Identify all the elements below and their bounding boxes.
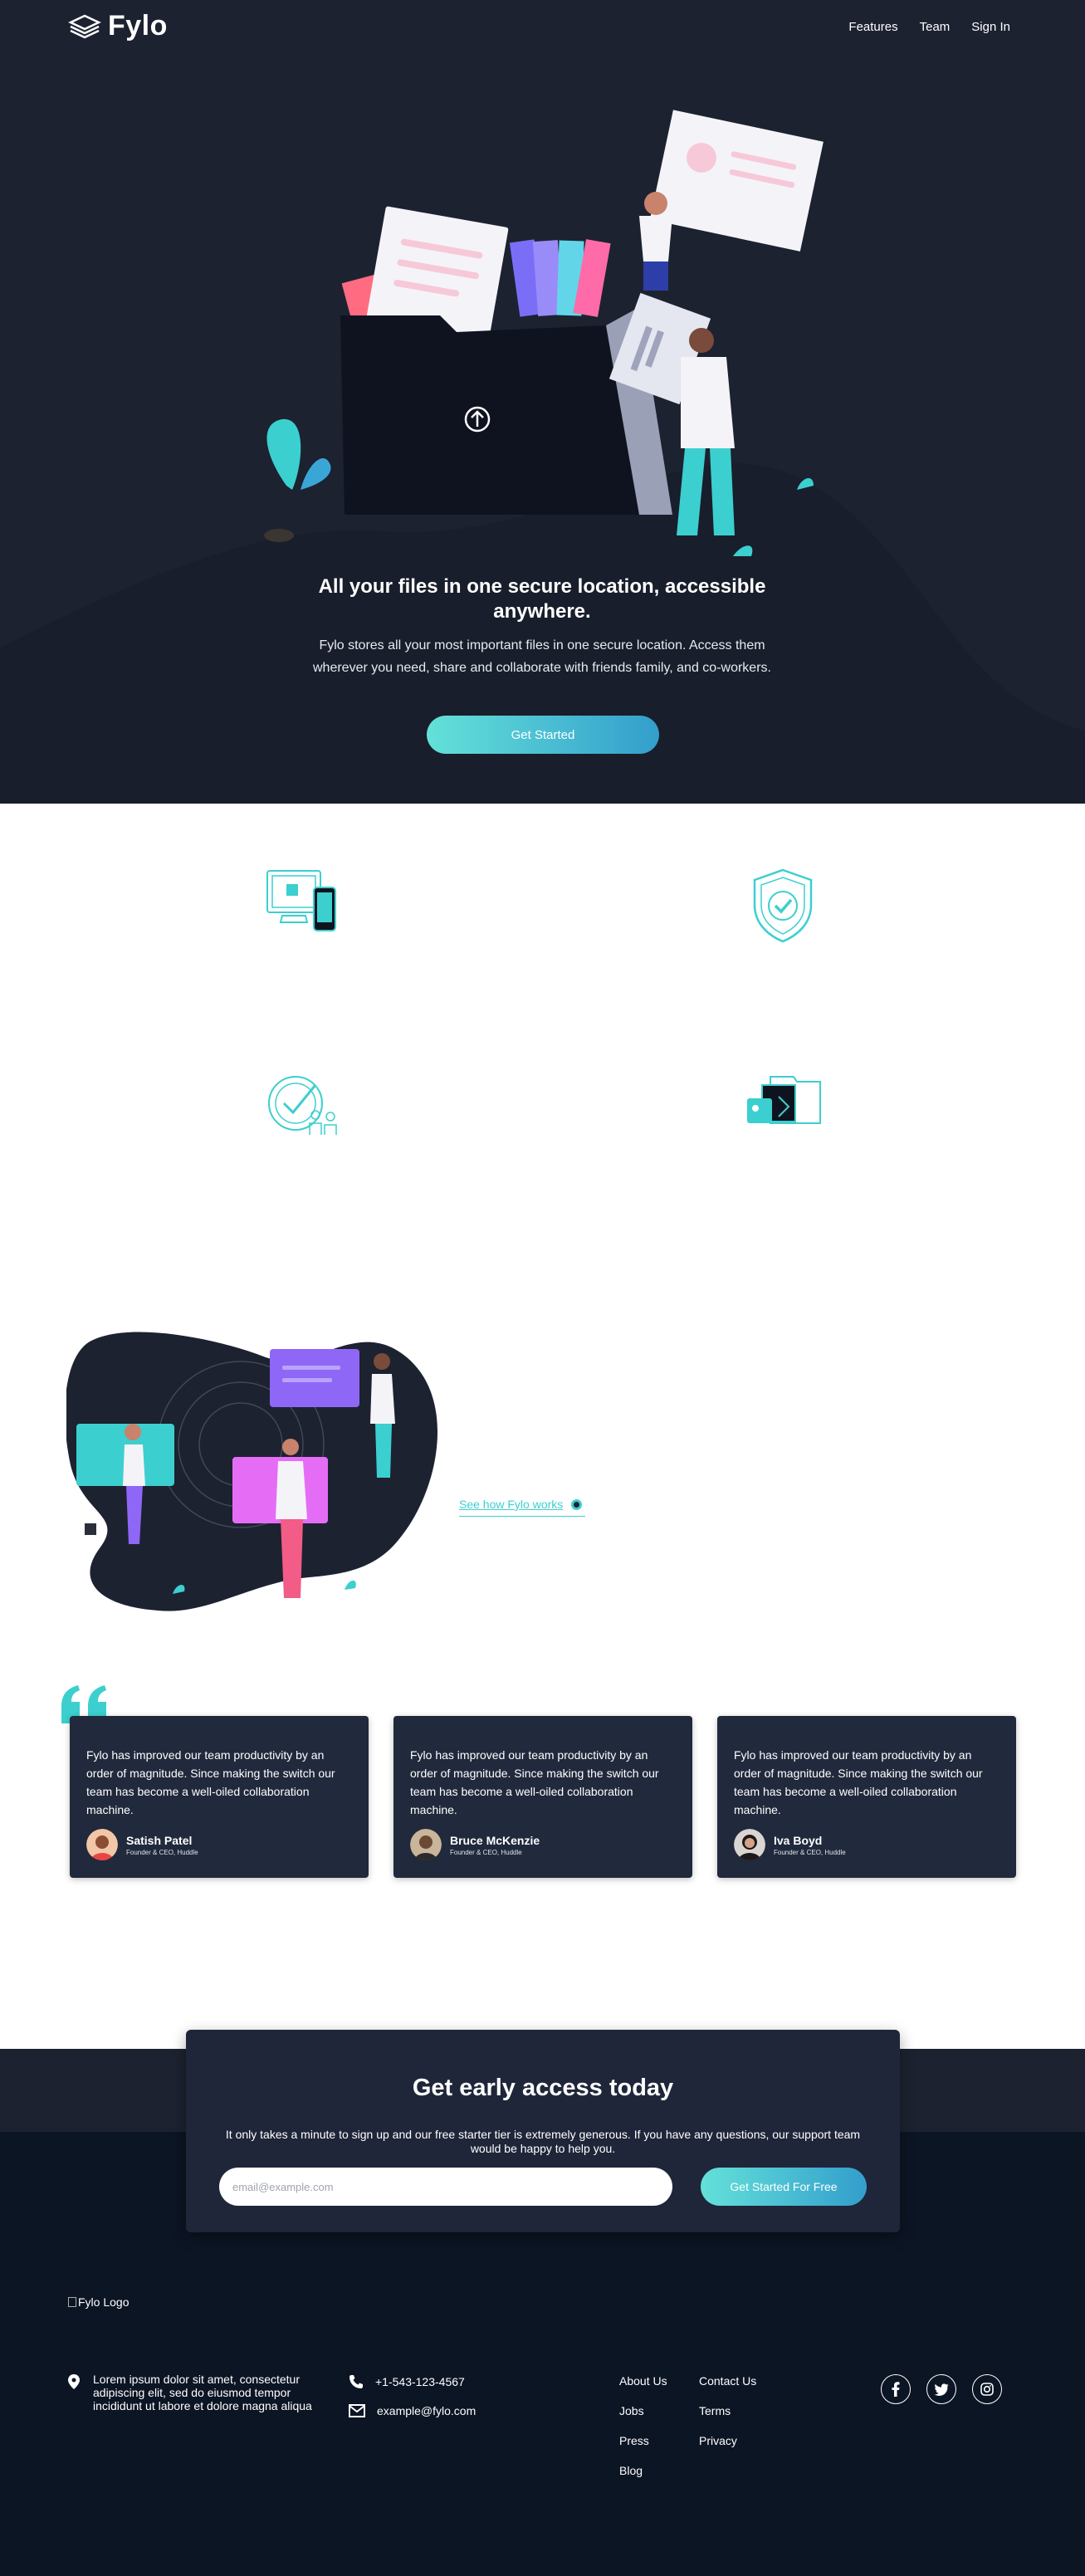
- email-address[interactable]: example@fylo.com: [377, 2404, 476, 2417]
- broken-image-icon: [68, 2297, 76, 2307]
- hero-illustration: [264, 110, 824, 556]
- testimonial-role: Founder & CEO, Huddle: [450, 1848, 522, 1856]
- productive-illustration: [66, 1332, 437, 1611]
- facebook-button[interactable]: [881, 2374, 911, 2404]
- arrow-circle-icon: [571, 1498, 583, 1510]
- get-started-button[interactable]: Get Started: [427, 716, 659, 754]
- testimonial-role: Founder & CEO, Huddle: [126, 1848, 198, 1856]
- get-started-for-free-button[interactable]: Get Started For Free: [701, 2168, 867, 2206]
- cta-description: It only takes a minute to sign up and ou…: [225, 2128, 861, 2155]
- avatar: [410, 1829, 442, 1860]
- nav-features[interactable]: Features: [848, 20, 897, 34]
- facebook-icon: [892, 2382, 900, 2397]
- see-how-fylo-works-link[interactable]: See how Fylo works: [459, 1498, 585, 1517]
- footer-link-blog[interactable]: Blog: [619, 2464, 643, 2477]
- email-input[interactable]: [219, 2168, 672, 2206]
- footer-phone: +1-543-123-4567: [349, 2374, 465, 2389]
- cta-title: Get early access today: [412, 2075, 674, 2101]
- twitter-button[interactable]: [926, 2374, 956, 2404]
- testimonial-text: Fylo has improved our team productivity …: [410, 1748, 659, 1816]
- testimonial-card: Fylo has improved our team productivity …: [393, 1716, 692, 1878]
- logo-text: Fylo: [108, 10, 168, 42]
- avatar: [86, 1829, 118, 1860]
- nav-sign-in[interactable]: Sign In: [971, 20, 1010, 34]
- main-nav: Features Team Sign In: [848, 20, 1010, 34]
- hero-section: Fylo Features Team Sign In All your file…: [0, 0, 1085, 804]
- footer-link-privacy[interactable]: Privacy: [699, 2434, 737, 2447]
- feature-security: [751, 868, 814, 948]
- hero-title: All your files in one secure location, a…: [318, 575, 766, 623]
- testimonial-name: Satish Patel: [126, 1833, 193, 1847]
- footer-email: example@fylo.com: [349, 2404, 476, 2417]
- footer-logo[interactable]: Fylo Logo: [68, 2295, 129, 2309]
- footer-link-about-us[interactable]: About Us: [619, 2374, 667, 2388]
- collaboration-icon: [268, 1076, 337, 1135]
- testimonial-author: Satish Patel Founder & CEO, Huddle: [86, 1829, 352, 1860]
- instagram-button[interactable]: [972, 2374, 1002, 2404]
- address-text: Lorem ipsum dolor sit amet, consectetur …: [93, 2373, 312, 2412]
- any-file-icon: [747, 1076, 821, 1124]
- see-how-fylo-works-label: See how Fylo works: [459, 1498, 564, 1511]
- testimonial-role: Founder & CEO, Huddle: [774, 1848, 846, 1856]
- testimonial-author: Iva Boyd Founder & CEO, Huddle: [734, 1829, 999, 1860]
- early-access-box: Get early access today It only takes a m…: [186, 2030, 900, 2232]
- testimonial-name: Iva Boyd: [774, 1833, 823, 1847]
- testimonial-card: Fylo has improved our team productivity …: [70, 1716, 369, 1878]
- access-anywhere-icon: [266, 870, 336, 931]
- footer-logo-alt: Fylo Logo: [78, 2295, 130, 2309]
- feature-collaboration: [266, 1073, 340, 1141]
- phone-icon: [349, 2375, 363, 2388]
- footer-address: Lorem ipsum dolor sit amet, consectetur …: [68, 2373, 317, 2412]
- feature-access-anywhere: [266, 868, 339, 940]
- testimonial-text: Fylo has improved our team productivity …: [734, 1748, 983, 1816]
- footer-link-jobs[interactable]: Jobs: [619, 2404, 644, 2417]
- location-pin-icon: [68, 2374, 80, 2389]
- instagram-icon: [980, 2383, 994, 2396]
- testimonial-card: Fylo has improved our team productivity …: [717, 1716, 1016, 1878]
- nav-team[interactable]: Team: [920, 20, 951, 34]
- testimonial-author: Bruce McKenzie Founder & CEO, Huddle: [410, 1829, 676, 1860]
- testimonial-name: Bruce McKenzie: [450, 1833, 540, 1847]
- footer-link-press[interactable]: Press: [619, 2434, 649, 2447]
- fylo-logo-icon: [68, 14, 101, 38]
- footer-link-contact-us[interactable]: Contact Us: [699, 2374, 756, 2388]
- twitter-icon: [934, 2383, 949, 2396]
- hero-description: Fylo stores all your most important file…: [313, 638, 771, 675]
- footer-link-terms[interactable]: Terms: [699, 2404, 731, 2417]
- testimonial-text: Fylo has improved our team productivity …: [86, 1748, 335, 1816]
- header-logo[interactable]: Fylo: [68, 10, 168, 42]
- mail-icon: [349, 2404, 365, 2417]
- phone-number[interactable]: +1-543-123-4567: [375, 2375, 465, 2388]
- security-shield-icon: [753, 868, 813, 943]
- feature-any-file: [745, 1073, 822, 1131]
- avatar: [734, 1829, 765, 1860]
